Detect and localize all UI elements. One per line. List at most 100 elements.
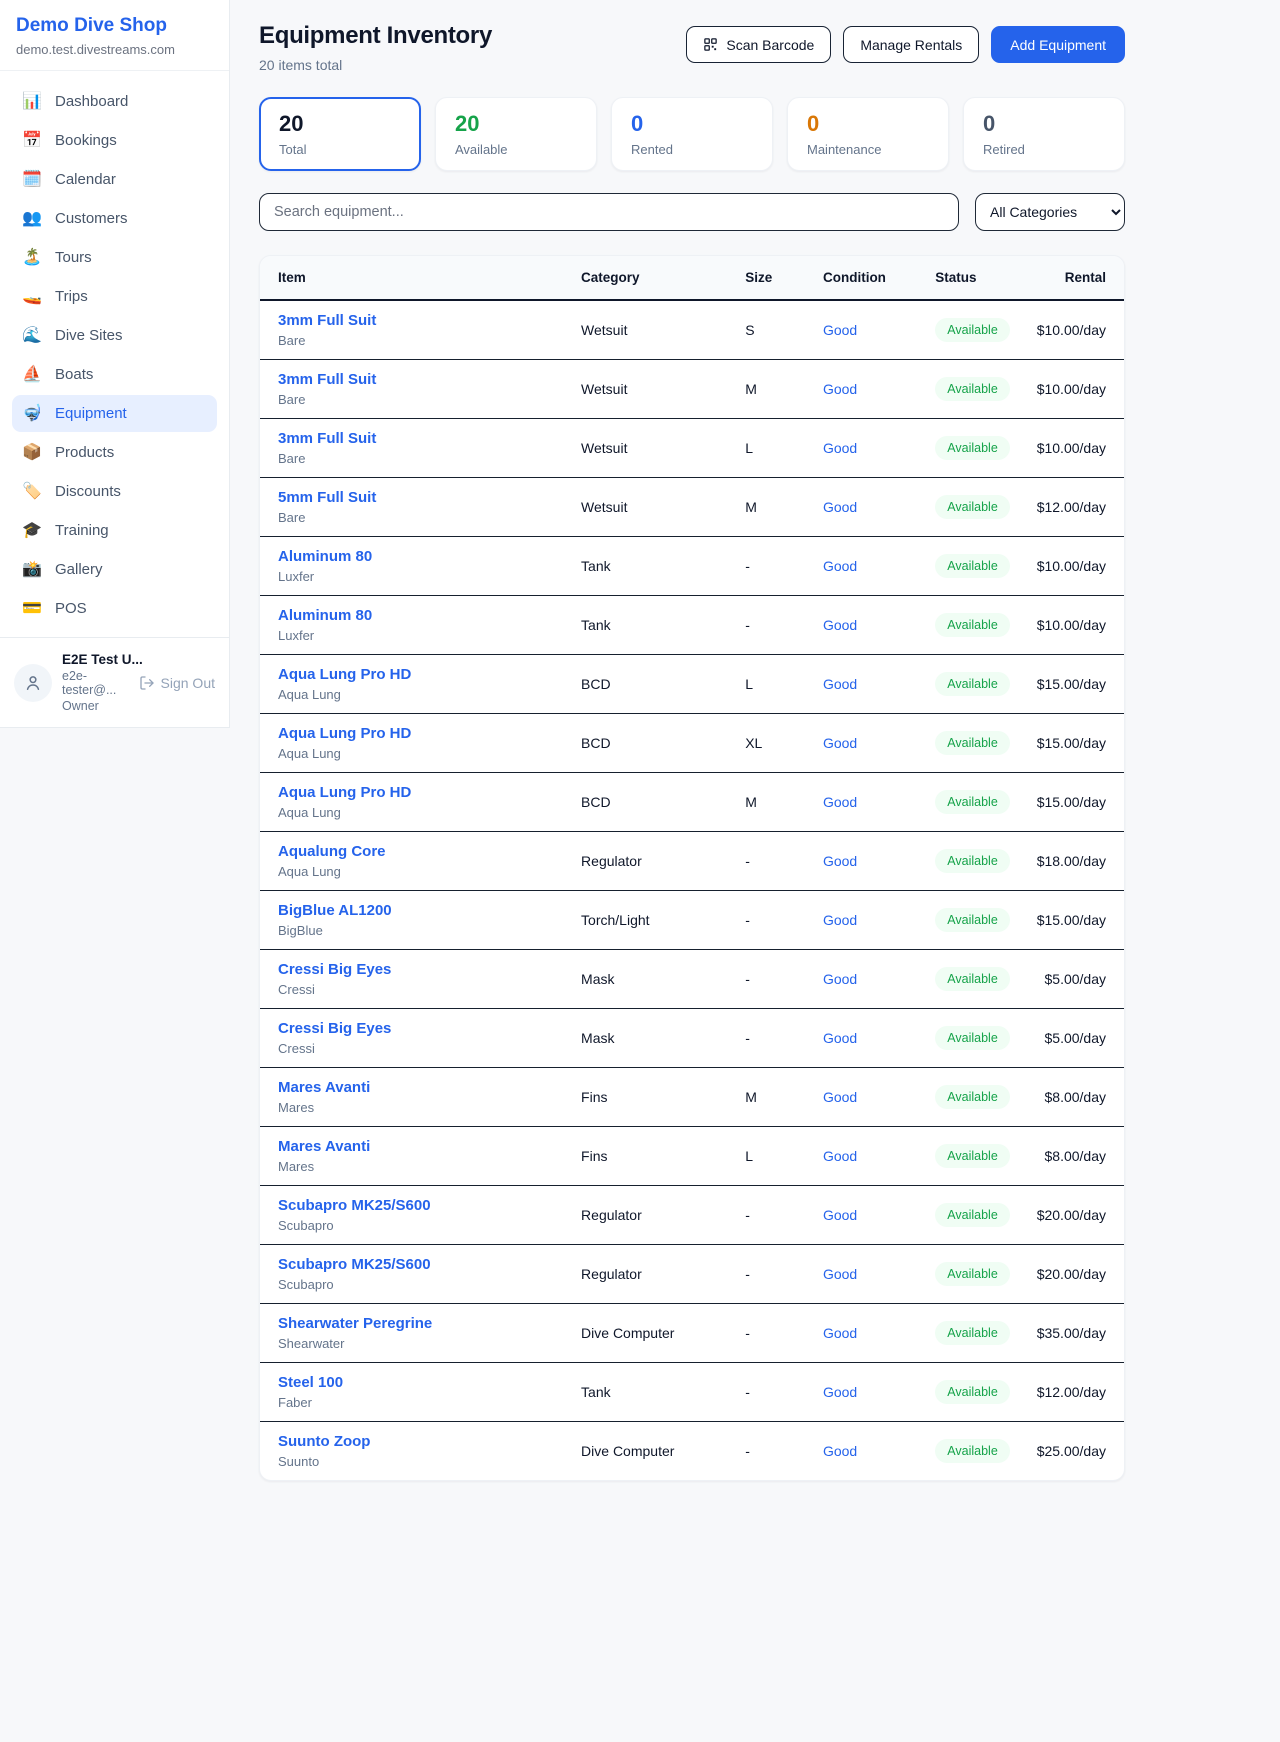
- sidebar-item[interactable]: 🎓 Training: [12, 512, 217, 549]
- sidebar-item-icon: ⛵: [22, 367, 42, 383]
- status-badge: Available: [935, 731, 1010, 755]
- avatar: [14, 664, 52, 702]
- condition-link[interactable]: Good: [823, 676, 857, 692]
- condition-link[interactable]: Good: [823, 1266, 857, 1282]
- item-name-link[interactable]: Suunto Zoop: [278, 1433, 561, 1450]
- item-name-link[interactable]: Mares Avanti: [278, 1138, 561, 1155]
- item-name-link[interactable]: Aqua Lung Pro HD: [278, 725, 561, 742]
- item-name-link[interactable]: 3mm Full Suit: [278, 371, 561, 388]
- sidebar-item[interactable]: 🏝️ Tours: [12, 239, 217, 276]
- sidebar-item-label: POS: [55, 600, 87, 617]
- item-name-link[interactable]: Cressi Big Eyes: [278, 1020, 561, 1037]
- item-name-link[interactable]: Steel 100: [278, 1374, 561, 1391]
- item-name-link[interactable]: Scubapro MK25/S600: [278, 1256, 561, 1273]
- stat-card[interactable]: 0 Maintenance: [787, 97, 949, 171]
- rental-rate: $15.00/day: [1020, 714, 1124, 773]
- stat-card[interactable]: 0 Retired: [963, 97, 1125, 171]
- sidebar-item[interactable]: 🗓️ Calendar: [12, 161, 217, 198]
- sidebar-item[interactable]: 💳 POS: [12, 590, 217, 627]
- item-category: Wetsuit: [571, 300, 735, 360]
- stat-card[interactable]: 20 Available: [435, 97, 597, 171]
- sidebar-item[interactable]: 📦 Products: [12, 434, 217, 471]
- stat-label: Rented: [631, 142, 753, 157]
- condition-link[interactable]: Good: [823, 1384, 857, 1400]
- table-row: Aluminum 80 Luxfer Tank - Good Available: [260, 537, 1124, 596]
- manage-rentals-button[interactable]: Manage Rentals: [843, 26, 979, 63]
- sign-out-button[interactable]: Sign Out: [139, 675, 215, 691]
- sidebar-item[interactable]: 📊 Dashboard: [12, 83, 217, 120]
- rental-rate: $25.00/day: [1020, 1422, 1124, 1481]
- filter-bar: All Categories: [259, 193, 1125, 231]
- item-name-link[interactable]: 3mm Full Suit: [278, 312, 561, 329]
- stat-card[interactable]: 20 Total: [259, 97, 421, 171]
- condition-link[interactable]: Good: [823, 1325, 857, 1341]
- sidebar-item[interactable]: 📅 Bookings: [12, 122, 217, 159]
- condition-link[interactable]: Good: [823, 558, 857, 574]
- brand-domain: demo.test.divestreams.com: [16, 42, 213, 57]
- sidebar-item-label: Bookings: [55, 132, 117, 149]
- item-category: Wetsuit: [571, 478, 735, 537]
- sidebar-item[interactable]: 🤿 Equipment: [12, 395, 217, 432]
- status-badge: Available: [935, 436, 1010, 460]
- condition-link[interactable]: Good: [823, 1030, 857, 1046]
- item-name-link[interactable]: BigBlue AL1200: [278, 902, 561, 919]
- item-name-link[interactable]: Aqua Lung Pro HD: [278, 784, 561, 801]
- stat-card[interactable]: 0 Rented: [611, 97, 773, 171]
- item-name-link[interactable]: Shearwater Peregrine: [278, 1315, 561, 1332]
- condition-link[interactable]: Good: [823, 1089, 857, 1105]
- rental-rate: $10.00/day: [1020, 360, 1124, 419]
- stat-value: 20: [279, 111, 401, 137]
- table-row: Mares Avanti Mares Fins L Good Available: [260, 1127, 1124, 1186]
- sidebar-item[interactable]: ⛵ Boats: [12, 356, 217, 393]
- status-badge: Available: [935, 613, 1010, 637]
- scan-barcode-button[interactable]: Scan Barcode: [686, 26, 831, 63]
- condition-link[interactable]: Good: [823, 735, 857, 751]
- sign-out-label: Sign Out: [161, 675, 215, 691]
- brand-link[interactable]: Demo Dive Shop: [16, 15, 213, 37]
- search-input[interactable]: [259, 193, 959, 231]
- stat-label: Retired: [983, 142, 1105, 157]
- sidebar-item-icon: 📊: [22, 94, 42, 110]
- rental-rate: $20.00/day: [1020, 1245, 1124, 1304]
- item-name-link[interactable]: Scubapro MK25/S600: [278, 1197, 561, 1214]
- item-name-link[interactable]: Aqua Lung Pro HD: [278, 666, 561, 683]
- condition-link[interactable]: Good: [823, 440, 857, 456]
- condition-link[interactable]: Good: [823, 912, 857, 928]
- condition-link[interactable]: Good: [823, 322, 857, 338]
- condition-link[interactable]: Good: [823, 1207, 857, 1223]
- sidebar-item[interactable]: 📸 Gallery: [12, 551, 217, 588]
- condition-link[interactable]: Good: [823, 1443, 857, 1459]
- condition-link[interactable]: Good: [823, 499, 857, 515]
- sidebar-item-icon: 🚤: [22, 289, 42, 305]
- sidebar-item[interactable]: 🌊 Dive Sites: [12, 317, 217, 354]
- item-brand: BigBlue: [278, 923, 561, 938]
- sidebar-item[interactable]: 🏷️ Discounts: [12, 473, 217, 510]
- item-category: Fins: [571, 1068, 735, 1127]
- item-name-link[interactable]: 5mm Full Suit: [278, 489, 561, 506]
- item-name-link[interactable]: Aluminum 80: [278, 607, 561, 624]
- add-equipment-button[interactable]: Add Equipment: [991, 26, 1125, 63]
- condition-link[interactable]: Good: [823, 853, 857, 869]
- item-name-link[interactable]: Aluminum 80: [278, 548, 561, 565]
- status-badge: Available: [935, 672, 1010, 696]
- condition-link[interactable]: Good: [823, 381, 857, 397]
- sidebar-item[interactable]: 🚤 Trips: [12, 278, 217, 315]
- condition-link[interactable]: Good: [823, 1148, 857, 1164]
- item-size: L: [735, 1127, 813, 1186]
- category-select[interactable]: All Categories: [975, 193, 1125, 231]
- item-name-link[interactable]: Cressi Big Eyes: [278, 961, 561, 978]
- item-name-link[interactable]: 3mm Full Suit: [278, 430, 561, 447]
- item-name-link[interactable]: Aqualung Core: [278, 843, 561, 860]
- condition-link[interactable]: Good: [823, 617, 857, 633]
- condition-link[interactable]: Good: [823, 794, 857, 810]
- sidebar-item[interactable]: 👥 Customers: [12, 200, 217, 237]
- item-size: -: [735, 1245, 813, 1304]
- column-header-category: Category: [571, 256, 735, 300]
- sidebar-item-label: Discounts: [55, 483, 121, 500]
- condition-link[interactable]: Good: [823, 971, 857, 987]
- rental-rate: $8.00/day: [1020, 1127, 1124, 1186]
- status-badge: Available: [935, 1144, 1010, 1168]
- rental-rate: $5.00/day: [1020, 1009, 1124, 1068]
- item-size: -: [735, 891, 813, 950]
- item-name-link[interactable]: Mares Avanti: [278, 1079, 561, 1096]
